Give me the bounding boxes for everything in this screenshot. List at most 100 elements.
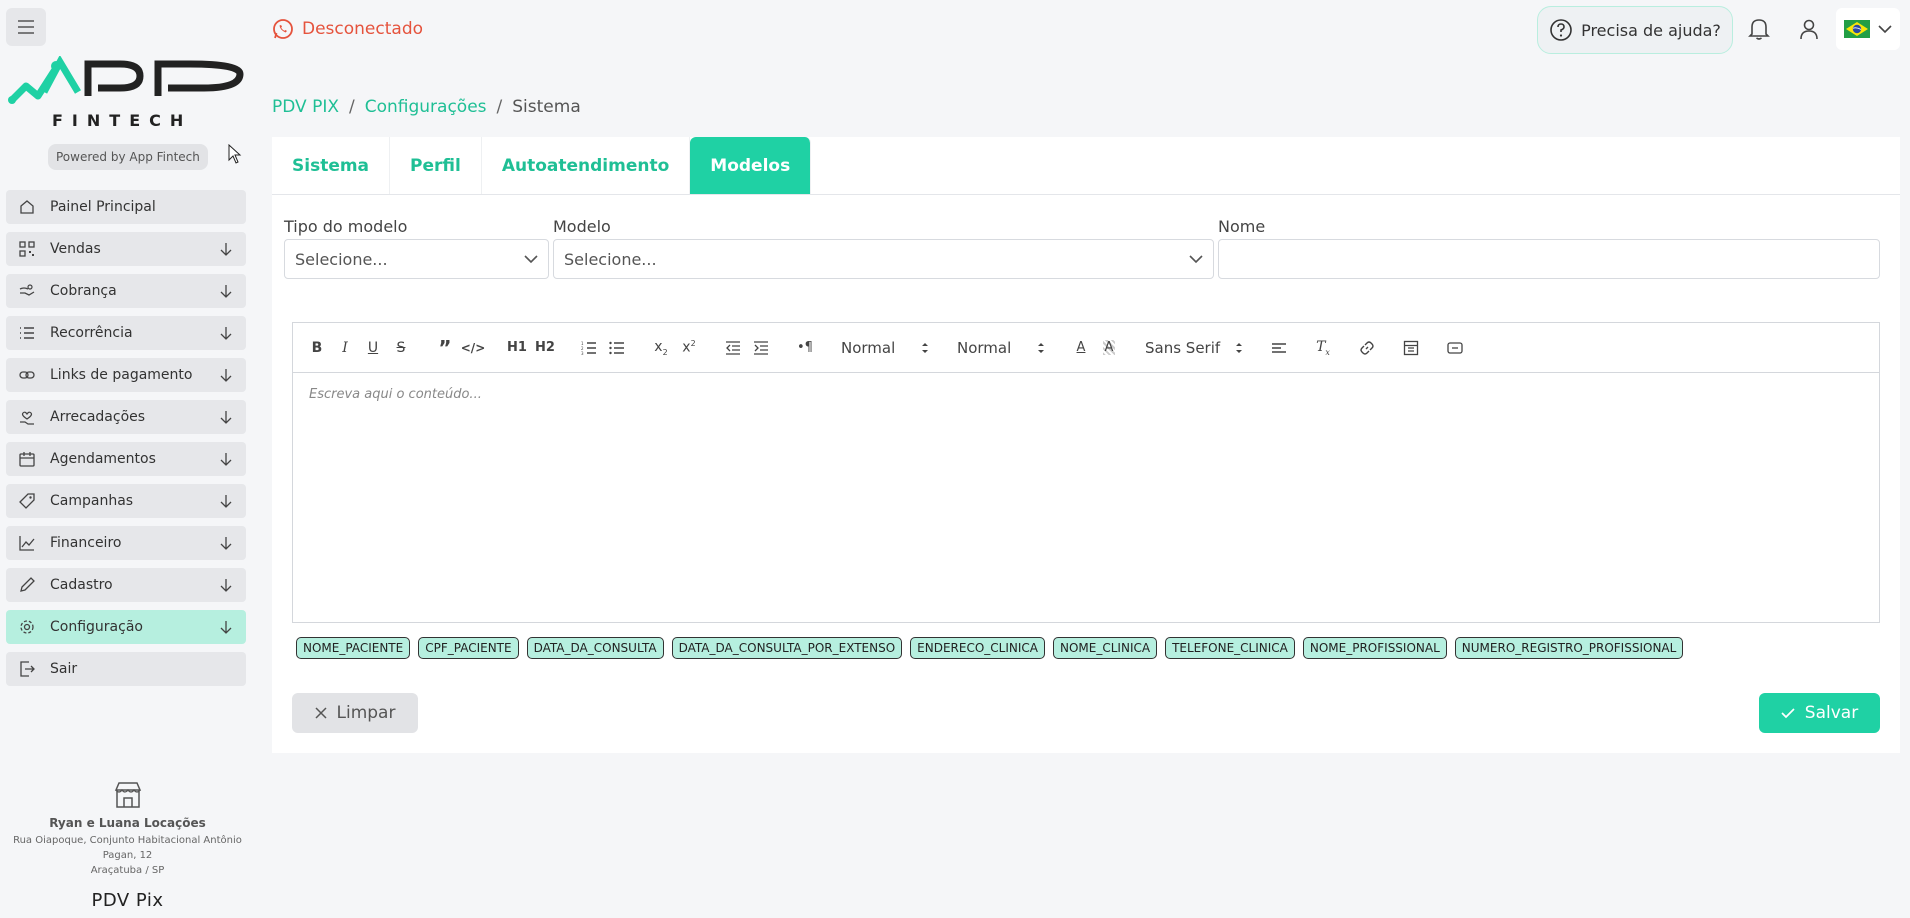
sidebar-item-links-de-pagamento[interactable]: Links de pagamento: [6, 358, 246, 392]
table-button[interactable]: [1397, 336, 1425, 360]
text-direction-button[interactable]: •¶: [791, 336, 819, 360]
variable-chip[interactable]: NUMERO_REGISTRO_PROFISSIONAL: [1454, 637, 1684, 659]
code-block-button[interactable]: </>: [459, 336, 487, 360]
home-icon: [18, 198, 36, 216]
settings-tabs: Sistema Perfil Autoatendimento Modelos: [272, 137, 812, 194]
user-profile-button[interactable]: [1796, 16, 1822, 42]
background-color-icon: A: [1102, 340, 1116, 355]
menu-toggle-button[interactable]: [6, 8, 46, 46]
sidebar-item-recorrencia[interactable]: Recorrência: [6, 316, 246, 350]
sidebar-item-agendamentos[interactable]: Agendamentos: [6, 442, 246, 476]
bold-icon: B: [311, 339, 323, 356]
subscript-icon: x2: [654, 338, 668, 357]
underline-button[interactable]: U: [359, 336, 387, 360]
arrow-down-icon: [218, 325, 234, 341]
bold-button[interactable]: B: [303, 336, 331, 360]
tab-perfil[interactable]: Perfil: [390, 137, 482, 194]
chevron-down-icon: [524, 255, 538, 264]
breadcrumb-root[interactable]: PDV PIX: [272, 97, 339, 117]
header1-button[interactable]: H1: [503, 336, 531, 360]
store-info: Ryan e Luana Locações Rua Oiapoque, Conj…: [0, 780, 255, 911]
tipo-modelo-select[interactable]: Selecione...: [284, 239, 549, 279]
sidebar-item-painel-principal[interactable]: Painel Principal: [6, 190, 246, 224]
link-button[interactable]: [1353, 336, 1381, 360]
text-color-button[interactable]: A: [1067, 336, 1095, 360]
editor-content-area[interactable]: Escreva aqui o conteúdo...: [293, 373, 1879, 416]
variable-chip[interactable]: TELEFONE_CLINICA: [1165, 637, 1295, 659]
font-family-select[interactable]: Sans Serif: [1139, 336, 1249, 360]
sidebar-item-sair[interactable]: Sair: [6, 652, 246, 686]
outdent-button[interactable]: [719, 336, 747, 360]
logout-icon: [18, 660, 36, 678]
editor-toolbar: B I U S ” </> H1 H2 123 x2 x2 •¶ Normal …: [293, 323, 1879, 373]
tab-sistema[interactable]: Sistema: [272, 137, 391, 194]
blockquote-button[interactable]: ”: [431, 336, 459, 360]
italic-button[interactable]: I: [331, 336, 359, 360]
sidebar-item-configuracao[interactable]: Configuração: [6, 610, 246, 644]
superscript-icon: x2: [682, 339, 696, 356]
underline-icon: U: [367, 339, 379, 356]
hand-coins-icon: [18, 282, 36, 300]
sidebar-item-cadastro[interactable]: Cadastro: [6, 568, 246, 602]
sidebar-item-cobranca[interactable]: Cobrança: [6, 274, 246, 308]
background-color-button[interactable]: A: [1095, 336, 1123, 360]
modelo-select[interactable]: Selecione...: [553, 239, 1214, 279]
arrow-down-icon: [218, 493, 234, 509]
store-icon: [113, 780, 143, 810]
sidebar-item-label: Cadastro: [50, 577, 113, 593]
sidebar-item-label: Financeiro: [50, 535, 122, 551]
sidebar: FINTECH Powered by App Fintech Painel Pr…: [0, 0, 255, 918]
subscript-button[interactable]: x2: [647, 336, 675, 360]
sidebar-item-financeiro[interactable]: Financeiro: [6, 526, 246, 560]
variable-chip[interactable]: CPF_PACIENTE: [418, 637, 519, 659]
text-color-icon: A: [1076, 340, 1086, 355]
bullet-list-icon: [609, 341, 624, 354]
pencil-icon: [18, 576, 36, 594]
tag-icon: [18, 492, 36, 510]
app-fintech-logo: FINTECH: [8, 54, 248, 132]
strikethrough-button[interactable]: S: [387, 336, 415, 360]
notifications-button[interactable]: [1746, 16, 1772, 42]
clear-label: Limpar: [336, 703, 396, 723]
save-button[interactable]: Salvar: [1759, 693, 1880, 733]
breadcrumb-section[interactable]: Configurações: [365, 97, 487, 117]
help-button[interactable]: Precisa de ajuda?: [1537, 6, 1733, 54]
clear-format-button[interactable]: Tx: [1309, 336, 1337, 360]
embed-button[interactable]: [1441, 336, 1469, 360]
gear-icon: [18, 618, 36, 636]
up-down-arrows-icon: [1236, 342, 1242, 353]
sidebar-item-label: Painel Principal: [50, 199, 156, 215]
link-icon: [18, 366, 36, 384]
tab-modelos[interactable]: Modelos: [690, 137, 812, 194]
font-size-select[interactable]: Normal: [951, 336, 1051, 360]
modelo-label: Modelo: [553, 217, 611, 236]
ordered-list-button[interactable]: 123: [575, 336, 603, 360]
nome-input[interactable]: [1218, 239, 1880, 279]
indent-button[interactable]: [747, 336, 775, 360]
up-down-arrows-icon: [922, 342, 928, 353]
align-button[interactable]: [1265, 336, 1293, 360]
tab-autoatendimento[interactable]: Autoatendimento: [481, 137, 691, 194]
variable-chip[interactable]: ENDERECO_CLINICA: [910, 637, 1045, 659]
sidebar-item-arrecadacoes[interactable]: Arrecadações: [6, 400, 246, 434]
rich-text-editor: B I U S ” </> H1 H2 123 x2 x2 •¶ Normal …: [292, 322, 1880, 623]
help-label: Precisa de ajuda?: [1581, 20, 1721, 40]
sidebar-item-vendas[interactable]: Vendas: [6, 232, 246, 266]
variable-chip[interactable]: DATA_DA_CONSULTA_POR_EXTENSO: [671, 637, 903, 659]
variable-chip[interactable]: NOME_PROFISSIONAL: [1302, 637, 1447, 659]
link-icon: [1360, 340, 1374, 355]
variable-chip[interactable]: NOME_PACIENTE: [296, 637, 411, 659]
header-format-select[interactable]: Normal: [835, 336, 935, 360]
qr-code-icon: [18, 240, 36, 258]
variable-chip[interactable]: NOME_CLINICA: [1053, 637, 1158, 659]
header2-button[interactable]: H2: [531, 336, 559, 360]
question-icon: [1549, 18, 1573, 42]
variable-chip[interactable]: DATA_DA_CONSULTA: [526, 637, 664, 659]
header-format-value: Normal: [841, 338, 896, 357]
superscript-button[interactable]: x2: [675, 336, 703, 360]
store-city: Araçatuba / SP: [90, 865, 165, 876]
bullet-list-button[interactable]: [603, 336, 631, 360]
clear-button[interactable]: Limpar: [292, 693, 418, 733]
sidebar-item-campanhas[interactable]: Campanhas: [6, 484, 246, 518]
language-selector[interactable]: [1836, 8, 1900, 50]
